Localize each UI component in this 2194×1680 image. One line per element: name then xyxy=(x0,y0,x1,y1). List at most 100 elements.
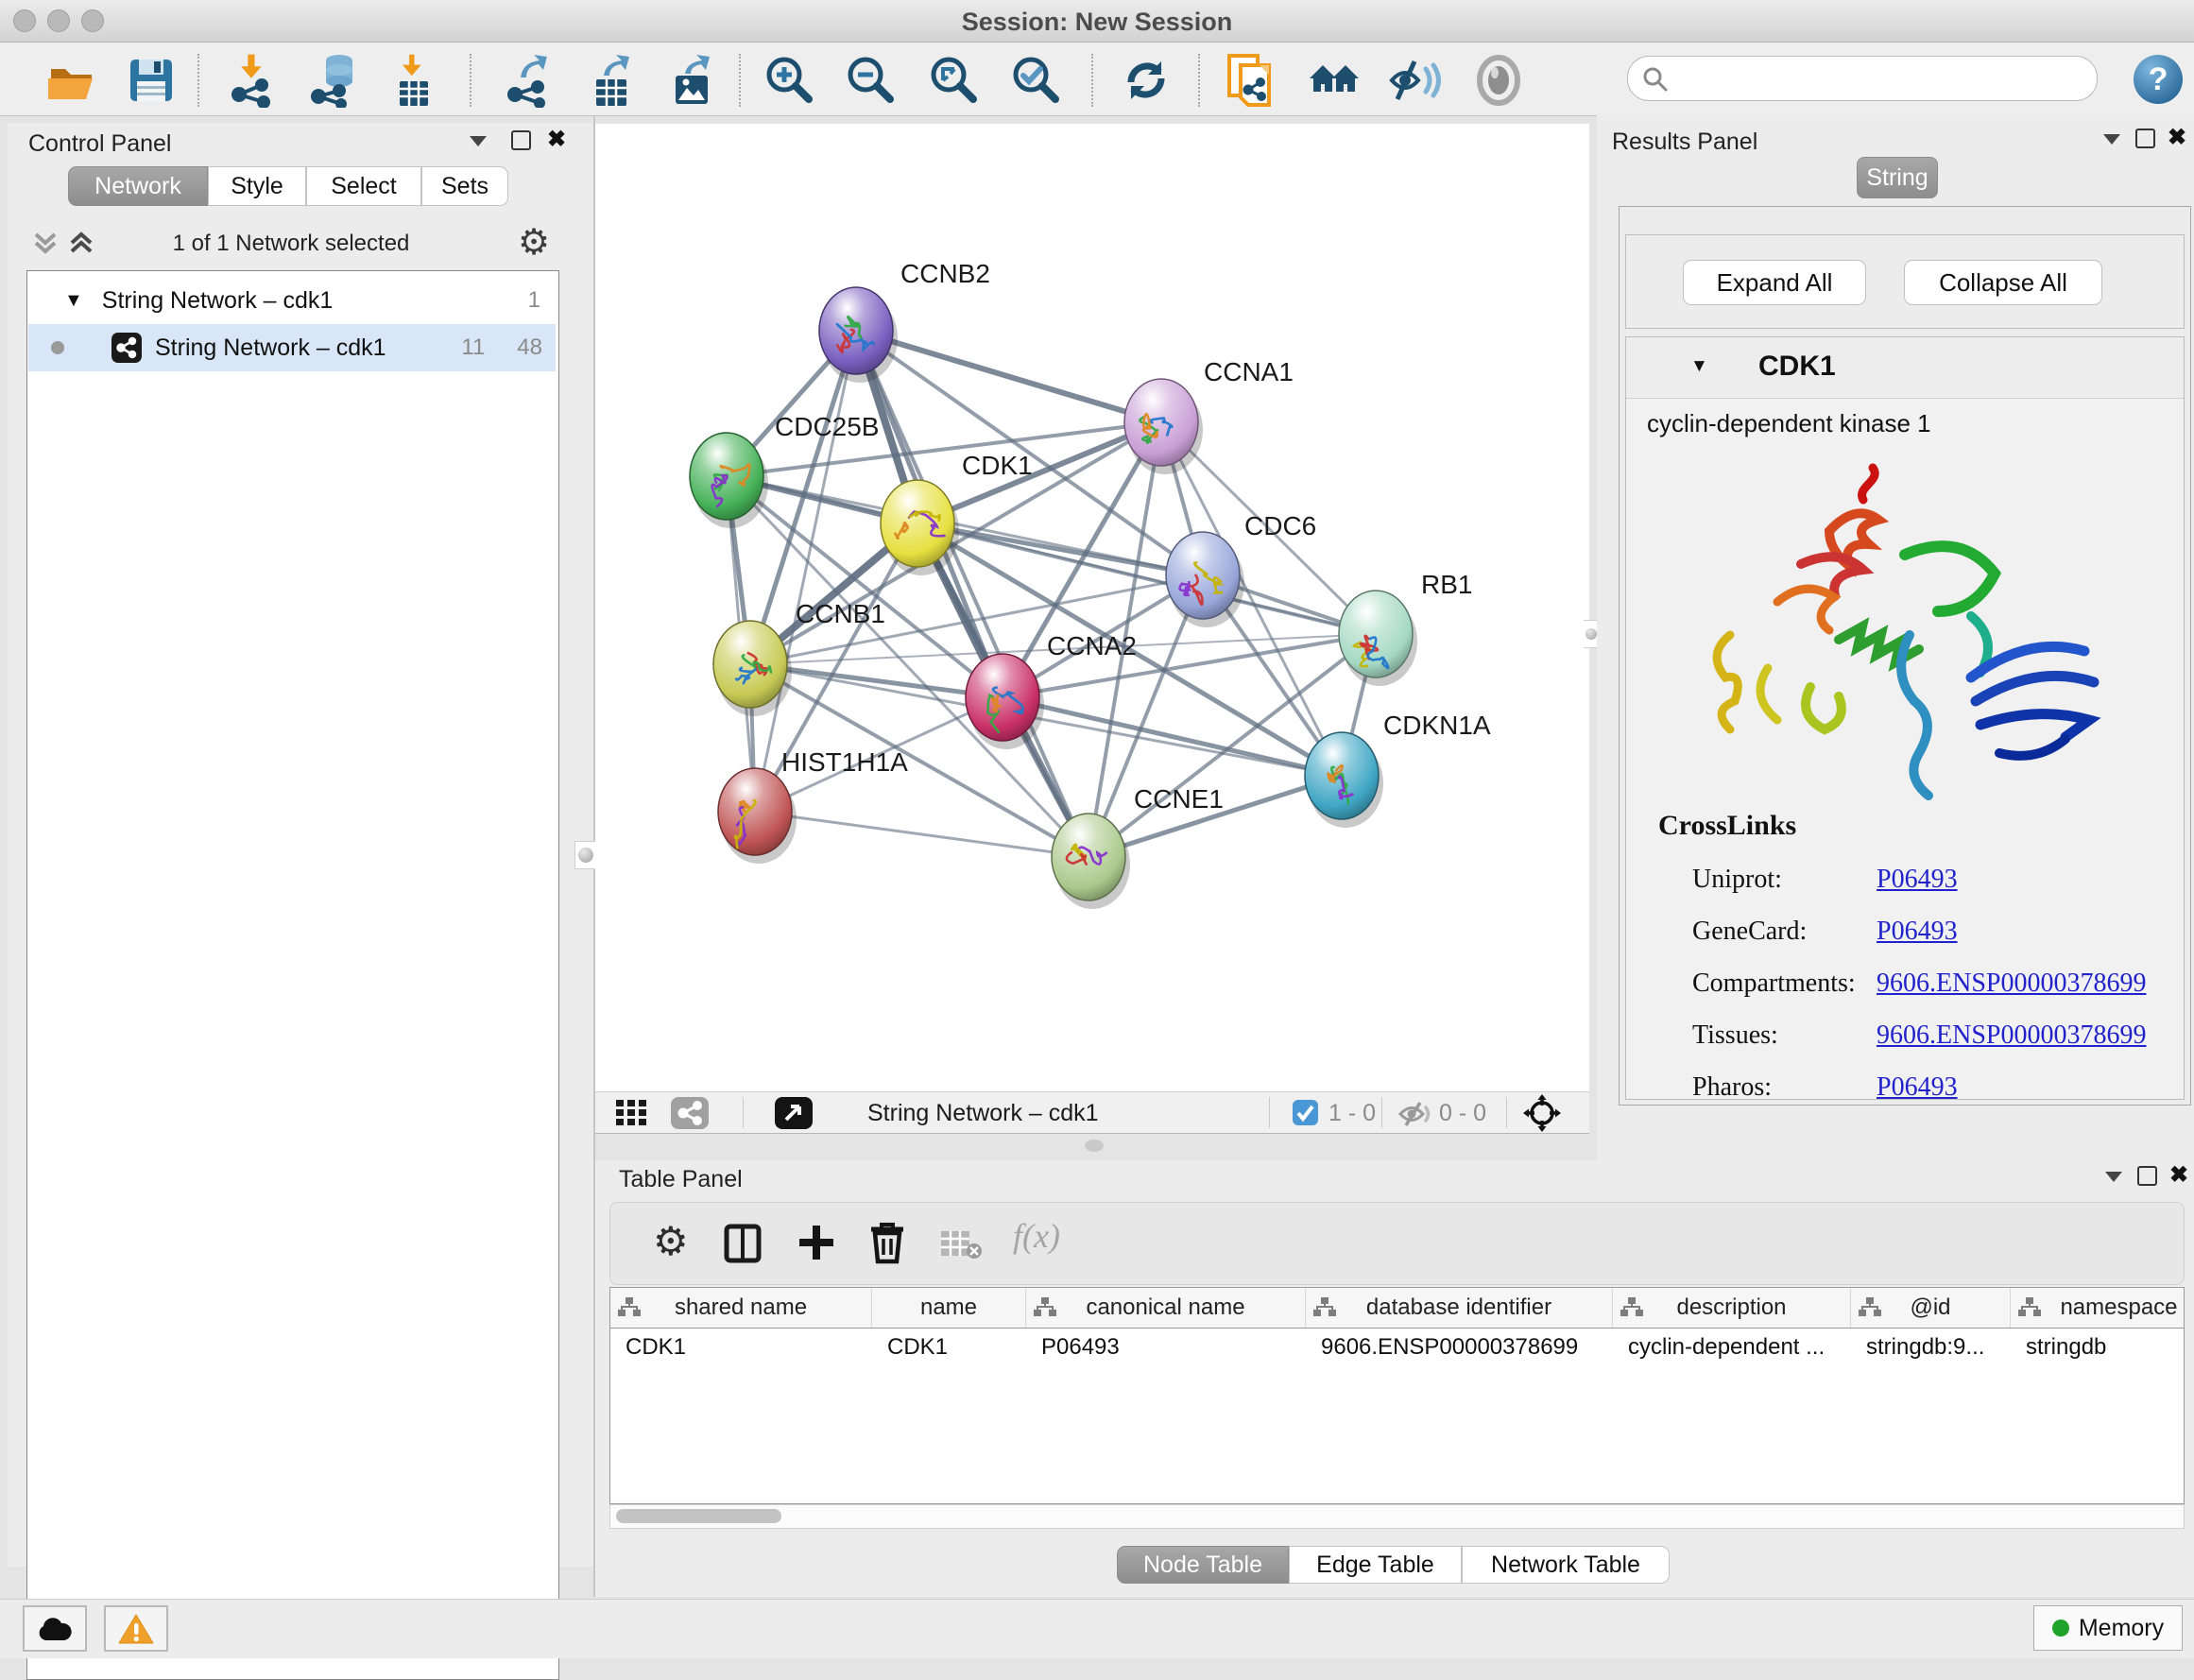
memory-button[interactable]: Memory xyxy=(2033,1605,2183,1651)
table-cell[interactable]: CDK1 xyxy=(626,1328,868,1365)
network-node-CCNA1[interactable] xyxy=(1124,379,1203,474)
crosslink-link[interactable]: 9606.ENSP00000378699 xyxy=(1877,969,2146,999)
network-list-icon[interactable] xyxy=(671,1097,709,1129)
network-node-CDKN1A[interactable] xyxy=(1305,732,1383,828)
crosslink-link[interactable]: P06493 xyxy=(1877,917,1958,947)
table-cell[interactable]: stringdb:9... xyxy=(1866,1328,2007,1365)
network-edge-HIST1H1A-CCNE1[interactable] xyxy=(755,812,1088,857)
network-node-CDK1[interactable] xyxy=(881,480,959,575)
import-network-from-database-button[interactable] xyxy=(306,52,363,109)
float-panel-icon[interactable] xyxy=(2135,129,2155,148)
expand-all-networks-icon[interactable] xyxy=(66,229,100,257)
tab-node-table[interactable]: Node Table xyxy=(1117,1546,1289,1584)
close-panel-icon[interactable]: ✖ xyxy=(547,130,566,149)
column-header-canonical-name[interactable]: canonical name xyxy=(1026,1288,1306,1328)
table-cell[interactable]: cyclin-dependent ... xyxy=(1628,1328,1847,1365)
table-cell[interactable]: stringdb xyxy=(2026,1328,2185,1365)
tab-edge-table[interactable]: Edge Table xyxy=(1289,1546,1462,1584)
collapse-all-button[interactable]: Collapse All xyxy=(1904,260,2102,305)
panel-menu-icon[interactable] xyxy=(2105,1172,2122,1182)
crosslink-link[interactable]: P06493 xyxy=(1877,1072,1958,1103)
column-header-description[interactable]: description xyxy=(1613,1288,1851,1328)
zoom-in-button[interactable] xyxy=(762,52,818,109)
tab-string[interactable]: String xyxy=(1857,157,1938,198)
warnings-button[interactable] xyxy=(104,1605,168,1652)
crosslink-link[interactable]: 9606.ENSP00000378699 xyxy=(1877,1020,2146,1051)
crosslink-link[interactable]: P06493 xyxy=(1877,865,1958,895)
save-session-button[interactable] xyxy=(123,52,180,109)
network-node-CCNA2[interactable] xyxy=(966,654,1044,749)
collapse-all-networks-icon[interactable] xyxy=(30,229,64,257)
network-row-selected[interactable]: String Network – cdk1 11 48 xyxy=(28,324,556,371)
show-columns-icon[interactable] xyxy=(724,1224,762,1263)
apply-layout-button[interactable] xyxy=(1118,52,1174,109)
export-network-button[interactable] xyxy=(501,52,557,109)
network-edge-CCNB2-CCNE1[interactable] xyxy=(856,331,1088,857)
panel-menu-icon[interactable] xyxy=(2103,134,2120,145)
export-image-button[interactable] xyxy=(663,52,720,109)
tab-sets[interactable]: Sets xyxy=(421,166,508,206)
network-node-CCNB2[interactable] xyxy=(819,287,898,383)
float-panel-icon[interactable] xyxy=(2137,1166,2157,1186)
grid-view-icon[interactable] xyxy=(616,1100,648,1126)
network-collection-row[interactable]: ▼ String Network – cdk1 1 xyxy=(28,277,556,324)
network-node-CCNE1[interactable] xyxy=(1052,814,1130,909)
help-button[interactable]: ? xyxy=(2134,55,2183,104)
table-settings-gear-icon[interactable]: ⚙ xyxy=(653,1218,689,1264)
network-edge-CCNB2-CCNA1[interactable] xyxy=(856,331,1161,422)
network-canvas[interactable]: CCNB2CCNA1CDC25BCDK1CDC6RB1CCNB1CCNA2CDK… xyxy=(595,124,1589,1091)
expand-all-button[interactable]: Expand All xyxy=(1683,260,1866,305)
open-session-button[interactable] xyxy=(43,52,99,109)
disclosure-triangle-icon[interactable]: ▼ xyxy=(64,290,83,312)
import-table-button[interactable] xyxy=(386,52,442,109)
tab-select[interactable]: Select xyxy=(306,166,421,206)
column-header-namespace[interactable]: namespace xyxy=(2011,1288,2185,1328)
column-header--id[interactable]: @id xyxy=(1851,1288,2011,1328)
close-panel-icon[interactable]: ✖ xyxy=(2169,1166,2188,1185)
table-cell[interactable]: P06493 xyxy=(1041,1328,1302,1365)
home-networks-button[interactable] xyxy=(1306,52,1363,109)
float-panel-icon[interactable] xyxy=(511,130,531,150)
tab-network[interactable]: Network xyxy=(68,166,208,206)
string-import-button[interactable] xyxy=(1222,52,1278,109)
search-icon xyxy=(1641,65,1670,94)
tab-network-table[interactable]: Network Table xyxy=(1462,1546,1670,1584)
show-graphics-details-button[interactable] xyxy=(1470,52,1527,109)
table-cell[interactable]: CDK1 xyxy=(887,1328,1022,1365)
cloud-status-button[interactable] xyxy=(23,1605,87,1652)
column-header-shared-name[interactable]: shared name xyxy=(610,1288,872,1328)
network-node-CDC25B[interactable] xyxy=(690,433,768,528)
control-panel: Control Panel ✖ Network Style Select Set… xyxy=(8,123,593,1567)
search-input[interactable] xyxy=(1677,60,2078,95)
network-options-gear-icon[interactable]: ⚙ xyxy=(518,221,550,264)
zoom-fit-button[interactable] xyxy=(926,52,983,109)
splitter-handle[interactable] xyxy=(1085,1140,1104,1152)
table-cell[interactable]: 9606.ENSP00000378699 xyxy=(1321,1328,1609,1365)
zoom-out-button[interactable] xyxy=(843,52,900,109)
zoom-selected-button[interactable] xyxy=(1008,52,1065,109)
export-table-button[interactable] xyxy=(584,52,641,109)
crosslink-label: Pharos: xyxy=(1692,1072,1772,1103)
birds-eye-view-icon[interactable] xyxy=(1523,1094,1561,1132)
hide-unhide-button[interactable] xyxy=(1386,52,1443,109)
table-horizontal-scrollbar[interactable] xyxy=(609,1504,2185,1529)
entry-header[interactable]: ▼ CDK1 xyxy=(1626,337,2184,399)
import-network-button[interactable] xyxy=(225,52,282,109)
network-edge-CCNB2-HIST1H1A[interactable] xyxy=(755,331,856,812)
network-edge-CCNA2-CDKN1A[interactable] xyxy=(1003,697,1342,776)
network-node-HIST1H1A[interactable] xyxy=(718,768,797,864)
selected-checkbox-icon[interactable] xyxy=(1293,1100,1318,1125)
tab-style[interactable]: Style xyxy=(208,166,306,206)
network-node-CDC6[interactable] xyxy=(1166,532,1244,627)
add-column-icon[interactable] xyxy=(796,1222,837,1263)
splitter-handle[interactable] xyxy=(574,841,597,869)
network-node-RB1[interactable] xyxy=(1339,591,1417,686)
disclosure-triangle-icon[interactable]: ▼ xyxy=(1690,356,1708,377)
panel-menu-icon[interactable] xyxy=(470,136,487,146)
delete-column-trash-icon[interactable] xyxy=(867,1220,907,1265)
close-panel-icon[interactable]: ✖ xyxy=(2168,129,2186,147)
detach-view-icon[interactable] xyxy=(775,1097,813,1129)
column-header-name[interactable]: name xyxy=(872,1288,1026,1328)
scrollbar-thumb[interactable] xyxy=(616,1509,781,1523)
column-header-database-identifier[interactable]: database identifier xyxy=(1306,1288,1613,1328)
